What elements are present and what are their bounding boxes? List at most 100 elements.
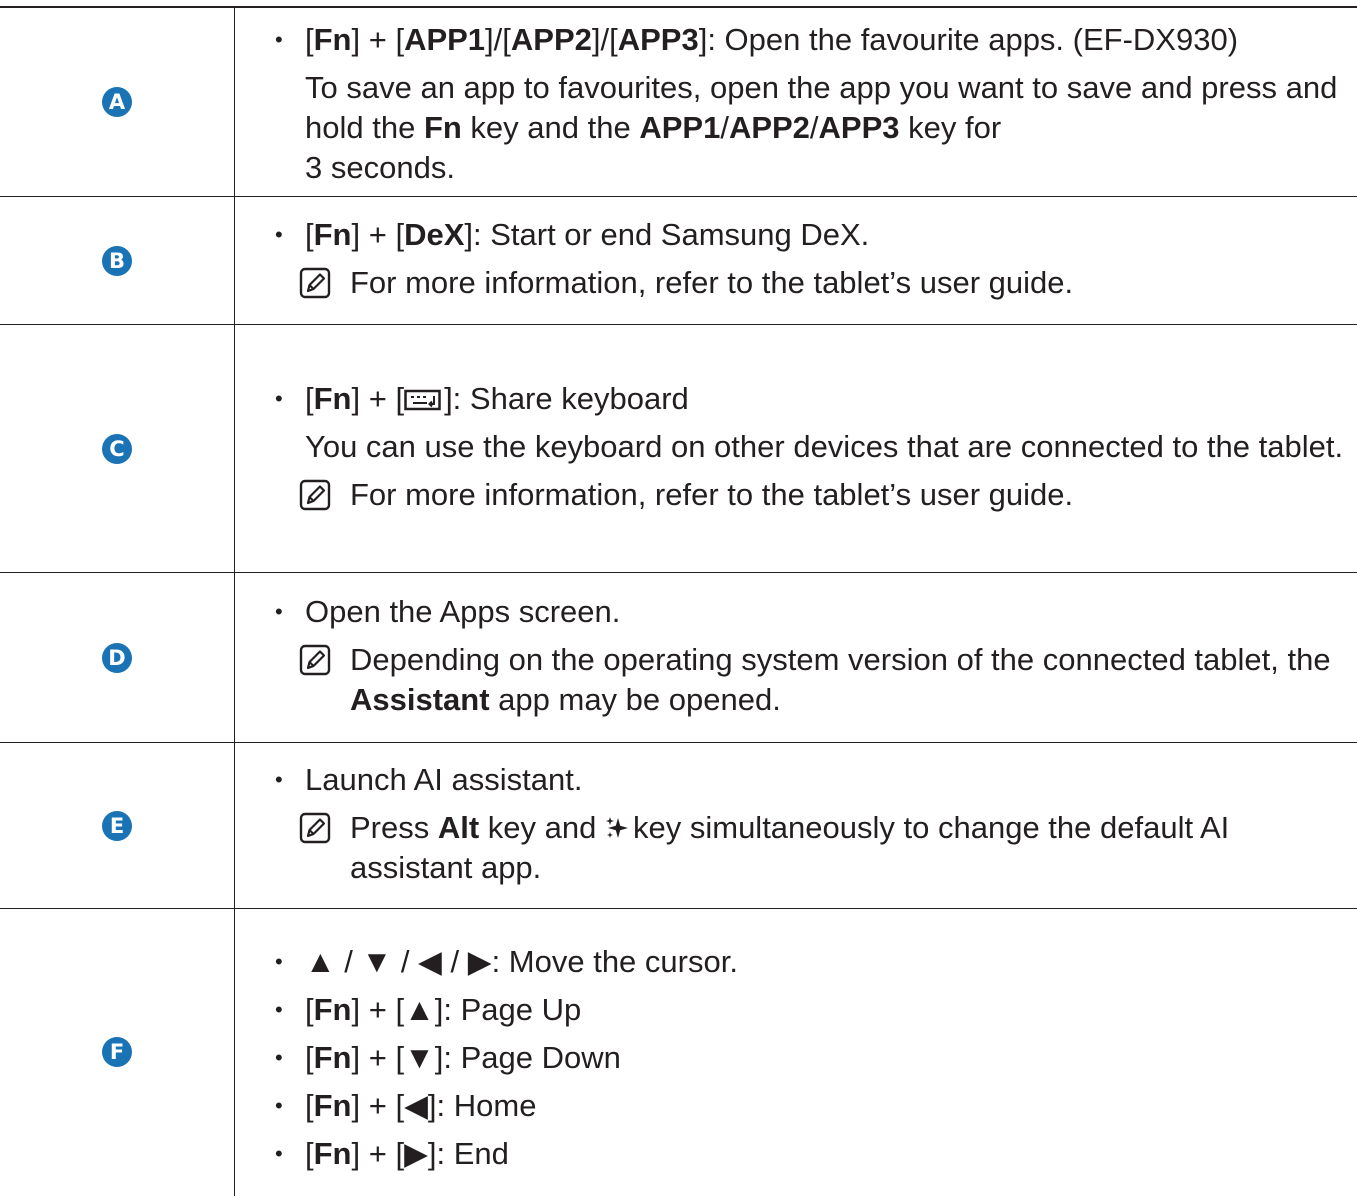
bullet-item: Launch AI assistant.: [235, 760, 1347, 800]
note-text: For more information, refer to the table…: [350, 265, 1073, 300]
text: [: [305, 1136, 314, 1171]
bullet-item: [Fn] + [DeX]: Start or end Samsung DeX.: [235, 215, 1347, 255]
note: For more information, refer to the table…: [235, 263, 1347, 303]
note-icon: [299, 267, 331, 299]
text: ]: Page Down: [435, 1040, 621, 1075]
note-icon: [299, 812, 331, 844]
key-fn: Fn: [314, 1088, 352, 1123]
key-app1: APP1: [639, 110, 720, 145]
note: Press Alt key and key simultaneously to …: [235, 808, 1347, 888]
text: ] + [: [352, 381, 405, 416]
paragraph: You can use the keyboard on other device…: [235, 427, 1347, 467]
note: For more information, refer to the table…: [235, 475, 1347, 515]
arrow-keys: ▲ / ▼ / ◀ / ▶: [305, 944, 492, 979]
table-row: E Launch AI assistant. Press Alt key and…: [0, 743, 1357, 909]
badge-f: F: [102, 1037, 132, 1067]
bullet-item: [Fn] + [▶]: End: [235, 1134, 1347, 1174]
key-fn: Fn: [314, 381, 352, 416]
badge-a: A: [102, 87, 132, 117]
ai-sparkle-icon: [605, 816, 629, 840]
text: ] + [: [352, 1088, 405, 1123]
note: Depending on the operating system versio…: [235, 640, 1347, 720]
badge-c: C: [102, 434, 132, 464]
assistant-label: Assistant: [350, 682, 490, 717]
note-icon: [299, 479, 331, 511]
text: [: [305, 381, 314, 416]
text: [: [305, 992, 314, 1027]
key-app3: APP3: [819, 110, 900, 145]
text: ]: Open the favourite apps. (EF-DX930): [699, 22, 1238, 57]
key-fn: Fn: [314, 217, 352, 252]
text: ] + [: [352, 1136, 405, 1171]
bullet-item: [Fn] + [▲]: Page Up: [235, 990, 1347, 1030]
text: ] + [: [352, 217, 405, 252]
label-cell: A: [0, 7, 235, 197]
text: /: [810, 110, 819, 145]
text: ]: End: [428, 1136, 509, 1171]
share-keyboard-icon: [404, 388, 444, 412]
key-fn: Fn: [314, 1040, 352, 1075]
shortcut-table: A [Fn] + [APP1]/[APP2]/[APP3]: Open the …: [0, 6, 1357, 1196]
text: ] + [: [352, 1040, 405, 1075]
badge-e: E: [102, 811, 132, 841]
text: ]: Start or end Samsung DeX.: [464, 217, 869, 252]
label-cell: C: [0, 325, 235, 573]
badge-d: D: [102, 643, 132, 673]
key-app3: APP3: [618, 22, 699, 57]
table-row: C [Fn] + [ ]: Share keyboard You can use…: [0, 325, 1357, 573]
note-text: Depending on the operating system versio…: [350, 642, 1331, 677]
key-dex: DeX: [404, 217, 464, 252]
table-row: B [Fn] + [DeX]: Start or end Samsung DeX…: [0, 197, 1357, 325]
note-text: For more information, refer to the table…: [350, 477, 1073, 512]
bullet-item: Open the Apps screen.: [235, 592, 1347, 632]
label-cell: B: [0, 197, 235, 325]
text: ]/[: [592, 22, 618, 57]
content-cell: Open the Apps screen. Depending on the o…: [235, 573, 1357, 743]
arrow-left-icon: ◀: [404, 1088, 428, 1123]
content-cell: [Fn] + [APP1]/[APP2]/[APP3]: Open the fa…: [235, 7, 1357, 197]
text: [: [305, 217, 314, 252]
text: [: [305, 1040, 314, 1075]
text: [: [305, 1088, 314, 1123]
key-app2: APP2: [511, 22, 592, 57]
bullet-item: ▲ / ▼ / ◀ / ▶: Move the cursor.: [235, 942, 1347, 982]
key-alt: Alt: [438, 810, 479, 845]
bullet-item: [Fn] + [▼]: Page Down: [235, 1038, 1347, 1078]
key-app2: APP2: [729, 110, 810, 145]
bullet-item: [Fn] + [APP1]/[APP2]/[APP3]: Open the fa…: [235, 20, 1347, 60]
note-text: key and: [479, 810, 605, 845]
label-cell: D: [0, 573, 235, 743]
text: ]: Share keyboard: [444, 381, 689, 416]
key-fn: Fn: [424, 110, 462, 145]
table-row: F ▲ / ▼ / ◀ / ▶: Move the cursor. [Fn] +…: [0, 909, 1357, 1196]
arrow-down-icon: ▼: [404, 1040, 435, 1075]
text: ] + [: [352, 992, 405, 1027]
note-icon: [299, 644, 331, 676]
text: key for: [900, 110, 1002, 145]
label-cell: F: [0, 909, 235, 1196]
text: ]: Page Up: [435, 992, 581, 1027]
table-row: A [Fn] + [APP1]/[APP2]/[APP3]: Open the …: [0, 7, 1357, 197]
text: 3 seconds.: [305, 150, 455, 185]
key-fn: Fn: [314, 992, 352, 1027]
key-fn: Fn: [314, 22, 352, 57]
content-cell: [Fn] + [DeX]: Start or end Samsung DeX. …: [235, 197, 1357, 325]
bullet-item: [Fn] + [ ]: Share keyboard: [235, 379, 1347, 419]
text: [: [305, 22, 314, 57]
arrow-up-icon: ▲: [404, 992, 435, 1027]
table-row: D Open the Apps screen. Depending on the…: [0, 573, 1357, 743]
content-cell: ▲ / ▼ / ◀ / ▶: Move the cursor. [Fn] + […: [235, 909, 1357, 1196]
text: ] + [: [352, 22, 405, 57]
key-fn: Fn: [314, 1136, 352, 1171]
text: : Move the cursor.: [492, 944, 738, 979]
content-cell: [Fn] + [ ]: Share keyboard You can use t…: [235, 325, 1357, 573]
text: ]: Home: [428, 1088, 537, 1123]
content-cell: Launch AI assistant. Press Alt key and k…: [235, 743, 1357, 909]
text: /: [720, 110, 729, 145]
paragraph: To save an app to favourites, open the a…: [235, 68, 1347, 188]
label-cell: E: [0, 743, 235, 909]
note-text: Press: [350, 810, 438, 845]
arrow-right-icon: ▶: [404, 1136, 428, 1171]
bullet-item: [Fn] + [◀]: Home: [235, 1086, 1347, 1126]
key-app1: APP1: [404, 22, 485, 57]
